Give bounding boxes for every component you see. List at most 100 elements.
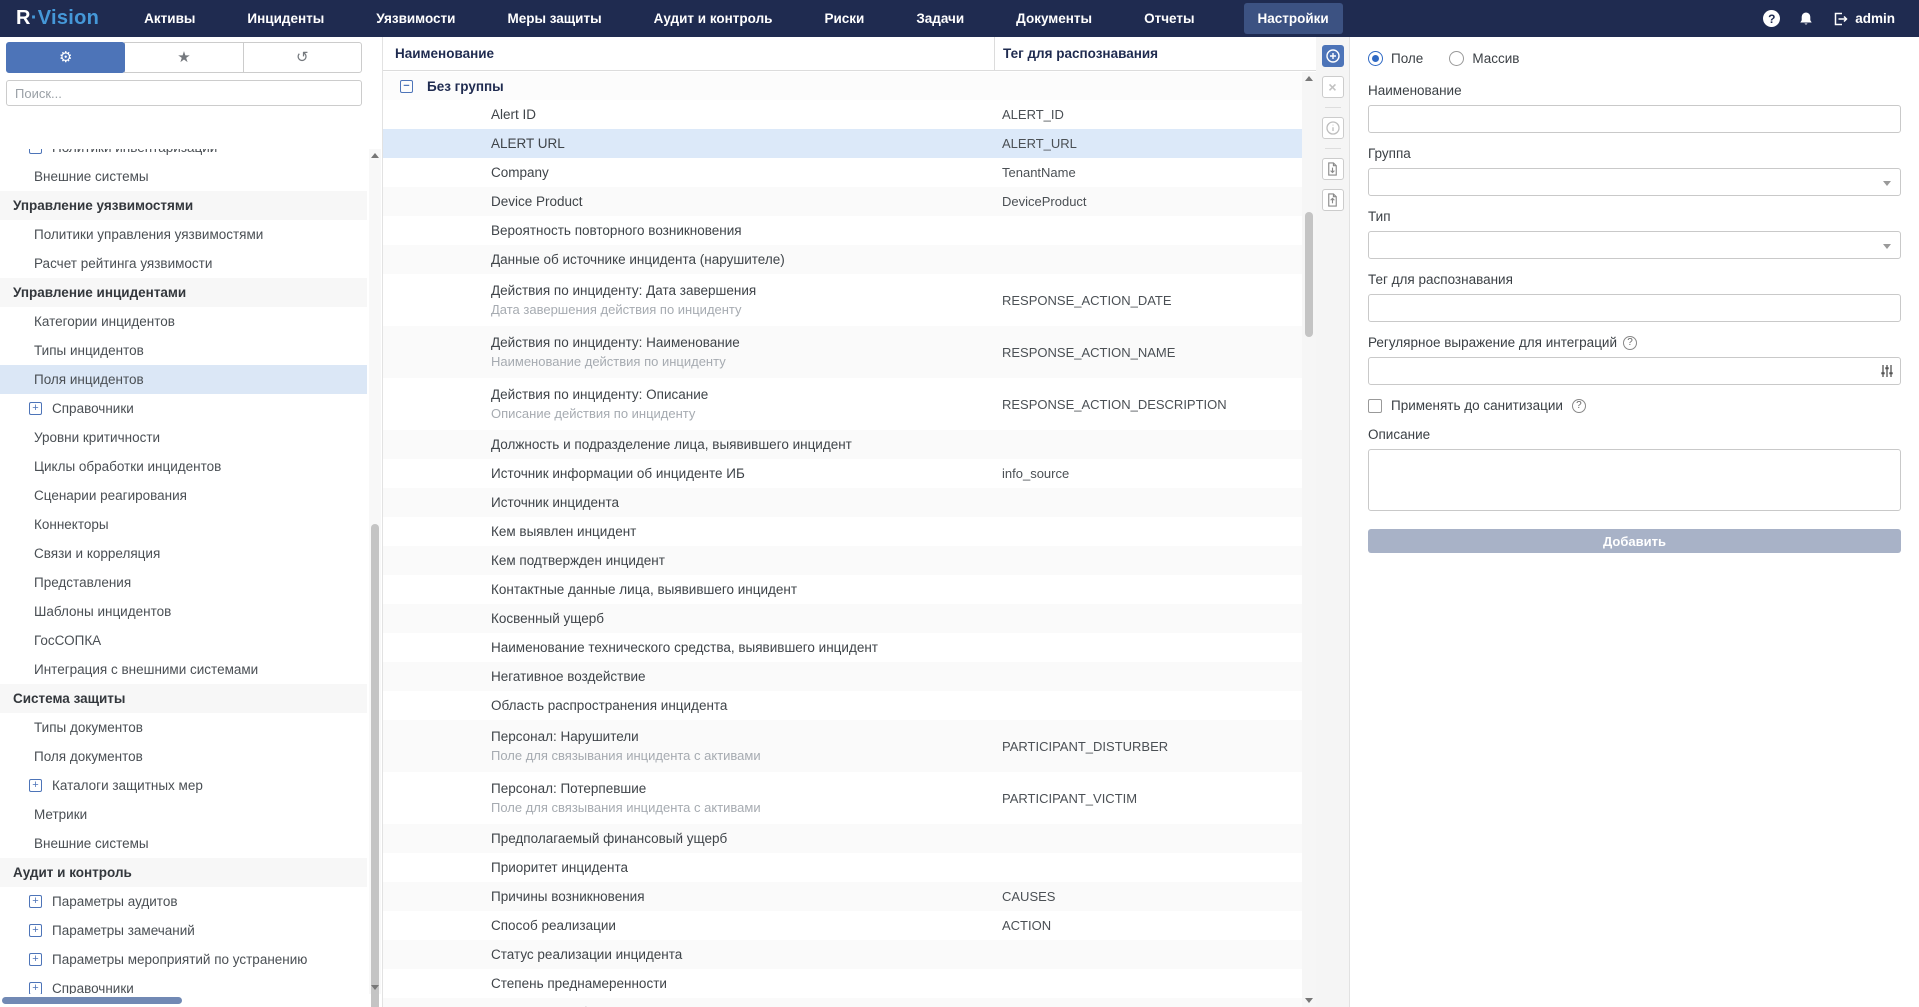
tree-item[interactable]: Типы инцидентов xyxy=(0,336,367,365)
expand-plus-icon[interactable] xyxy=(29,779,42,792)
tab-favorites[interactable]: ★ xyxy=(124,42,243,73)
tree-item[interactable]: Каталоги защитных мер xyxy=(0,771,367,800)
table-row[interactable]: Степень преднамеренности xyxy=(383,969,1302,998)
tree-item[interactable]: Метрики xyxy=(0,800,367,829)
table-row[interactable]: Кем выявлен инцидент xyxy=(383,517,1302,546)
table-row[interactable]: Должность и подразделение лица, выявивше… xyxy=(383,430,1302,459)
tab-history[interactable]: ↺ xyxy=(243,42,362,73)
group-row[interactable]: Без группы xyxy=(383,72,1302,100)
remove-field-button[interactable]: × xyxy=(1322,76,1344,98)
help-icon[interactable]: ? xyxy=(1763,10,1780,27)
table-row[interactable]: Способ реализации ACTION xyxy=(383,911,1302,940)
tab-settings-tree[interactable]: ⚙ xyxy=(6,42,125,73)
tree-item[interactable]: Политики инвентаризации xyxy=(0,149,367,162)
table-scrollbar[interactable] xyxy=(1302,72,1316,1007)
column-header-tag[interactable]: Тег для распознавания xyxy=(994,37,1316,70)
table-row[interactable]: Device Product DeviceProduct xyxy=(383,187,1302,216)
tree-item[interactable]: Типы документов xyxy=(0,713,367,742)
group-select[interactable] xyxy=(1368,168,1901,196)
table-row[interactable]: Вероятность повторного возникновения xyxy=(383,216,1302,245)
bell-icon[interactable] xyxy=(1798,11,1814,27)
sidebar-h-scrollbar[interactable] xyxy=(0,994,367,1007)
column-header-name[interactable]: Наименование xyxy=(383,37,994,70)
tree-item[interactable]: Шаблоны инцидентов xyxy=(0,597,367,626)
sanitize-checkbox[interactable] xyxy=(1368,399,1382,413)
main-menu-item[interactable]: Активы xyxy=(141,3,198,34)
main-menu-item[interactable]: Настройки xyxy=(1244,3,1343,34)
sidebar-scrollbar[interactable] xyxy=(369,149,381,994)
scroll-up-icon[interactable] xyxy=(371,153,379,158)
tree-item[interactable]: Поля инцидентов xyxy=(0,365,367,394)
table-row[interactable]: Приоритет инцидента xyxy=(383,853,1302,882)
sidebar-h-scrollbar-thumb[interactable] xyxy=(2,997,182,1004)
table-row[interactable]: Действия по инциденту: Описание Описание… xyxy=(383,378,1302,430)
table-row[interactable]: Область распространения инцидента xyxy=(383,691,1302,720)
add-field-button[interactable] xyxy=(1322,45,1344,67)
table-row[interactable]: Источник информации об инциденте ИБ info… xyxy=(383,459,1302,488)
add-button[interactable]: Добавить xyxy=(1368,529,1901,553)
tree-item[interactable]: Сценарии реагирования xyxy=(0,481,367,510)
import-button[interactable] xyxy=(1322,158,1344,180)
tree-item[interactable]: Расчет рейтинга уязвимости xyxy=(0,249,367,278)
expand-plus-icon[interactable] xyxy=(29,895,42,908)
tree-item[interactable]: Аудит и контроль xyxy=(0,858,367,887)
tree-item[interactable]: ГосСОПКА xyxy=(0,626,367,655)
type-select[interactable] xyxy=(1368,231,1901,259)
expand-plus-icon[interactable] xyxy=(29,924,42,937)
main-menu-item[interactable]: Риски xyxy=(821,3,867,34)
scroll-down-icon[interactable] xyxy=(1305,998,1313,1003)
tree-item[interactable]: Категории инцидентов xyxy=(0,307,367,336)
tree-item[interactable]: Параметры мероприятий по устранению xyxy=(0,945,367,974)
main-menu-item[interactable]: Задачи xyxy=(913,3,967,34)
export-button[interactable] xyxy=(1322,189,1344,211)
table-row[interactable]: Косвенный ущерб xyxy=(383,604,1302,633)
table-row[interactable]: Негативное воздействие xyxy=(383,662,1302,691)
tree-item[interactable]: Циклы обработки инцидентов xyxy=(0,452,367,481)
main-menu-item[interactable]: Документы xyxy=(1013,3,1095,34)
scroll-down-icon[interactable] xyxy=(371,985,379,990)
info-button[interactable] xyxy=(1322,117,1344,139)
tree-item[interactable]: Представления xyxy=(0,568,367,597)
table-row[interactable]: Контактные данные лица, выявившего инцид… xyxy=(383,575,1302,604)
tree-item[interactable]: Уровни критичности xyxy=(0,423,367,452)
tree-item[interactable]: Интеграция с внешними системами xyxy=(0,655,367,684)
main-menu-item[interactable]: Отчеты xyxy=(1141,3,1197,34)
tree-item[interactable]: Параметры аудитов xyxy=(0,887,367,916)
scroll-up-icon[interactable] xyxy=(1305,76,1313,81)
table-row[interactable]: Персонал: Нарушители Поле для связывания… xyxy=(383,720,1302,772)
question-icon[interactable] xyxy=(1623,336,1637,350)
tree-item[interactable]: Справочники xyxy=(0,974,367,994)
table-row[interactable]: Действия по инциденту: Дата завершения Д… xyxy=(383,274,1302,326)
table-row[interactable]: ALERT URL ALERT_URL xyxy=(383,129,1302,158)
sliders-icon[interactable] xyxy=(1880,364,1894,383)
table-row[interactable]: Действия по инциденту: Наименование Наим… xyxy=(383,326,1302,378)
collapse-minus-icon[interactable] xyxy=(400,80,413,93)
expand-plus-icon[interactable] xyxy=(29,149,42,154)
tree-item[interactable]: Система защиты xyxy=(0,684,367,713)
tree-item[interactable]: Справочники xyxy=(0,394,367,423)
table-row[interactable]: Персонал: Потерпевшие Поле для связывани… xyxy=(383,772,1302,824)
table-row[interactable]: Alert ID ALERT_ID xyxy=(383,100,1302,129)
tree-item[interactable]: Политики управления уязвимостями xyxy=(0,220,367,249)
tree-item[interactable]: Коннекторы xyxy=(0,510,367,539)
regex-input[interactable] xyxy=(1368,357,1901,385)
user-menu[interactable]: admin xyxy=(1832,11,1895,27)
search-input[interactable] xyxy=(6,80,362,106)
tree-item[interactable]: Параметры замечаний xyxy=(0,916,367,945)
tree-item[interactable]: Внешние системы xyxy=(0,829,367,858)
mode-radio[interactable]: Поле xyxy=(1368,51,1423,66)
question-icon[interactable] xyxy=(1572,399,1586,413)
table-row[interactable]: Причины возникновения CAUSES xyxy=(383,882,1302,911)
table-row[interactable]: Наименование технического средства, выяв… xyxy=(383,633,1302,662)
tree-item[interactable]: Поля документов xyxy=(0,742,367,771)
main-menu-item[interactable]: Аудит и контроль xyxy=(651,3,776,34)
tree-item[interactable]: Управление уязвимостями xyxy=(0,191,367,220)
tree-item[interactable]: Внешние системы xyxy=(0,162,367,191)
table-row[interactable]: Статус реализации инцидента xyxy=(383,940,1302,969)
table-scrollbar-thumb[interactable] xyxy=(1305,212,1313,337)
table-row[interactable]: Кем подтвержден инцидент xyxy=(383,546,1302,575)
name-input[interactable] xyxy=(1368,105,1901,133)
tag-input[interactable] xyxy=(1368,294,1901,322)
expand-plus-icon[interactable] xyxy=(29,982,42,994)
description-textarea[interactable] xyxy=(1368,449,1901,511)
